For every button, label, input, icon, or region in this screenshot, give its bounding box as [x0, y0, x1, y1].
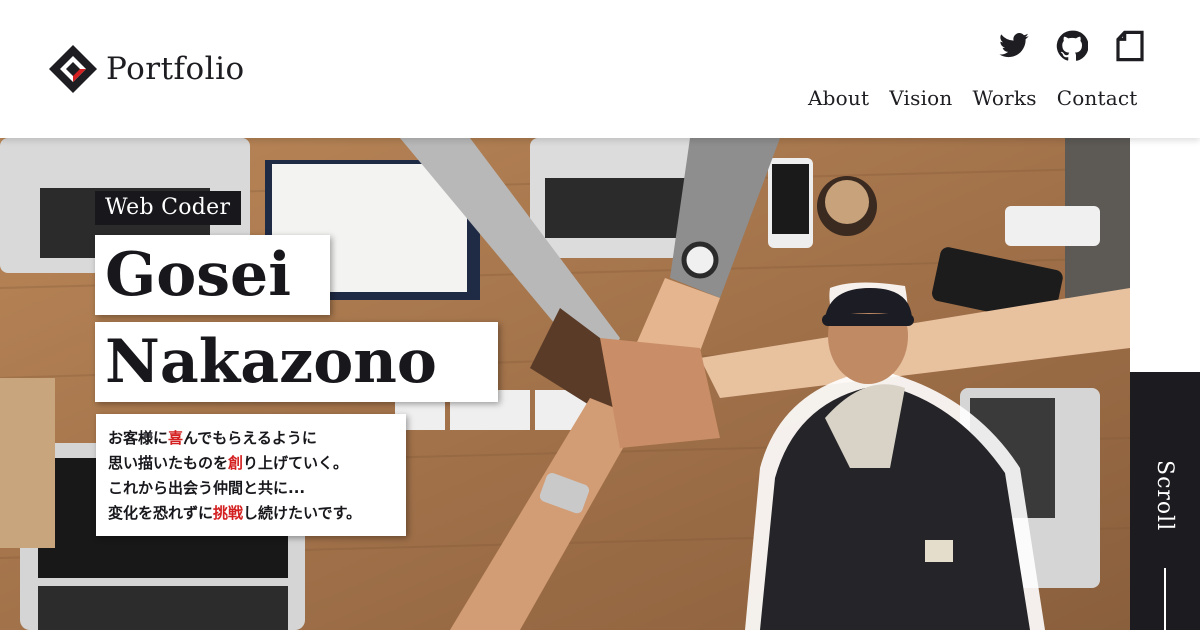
intro-highlight: 挑戦 [213, 504, 244, 522]
scroll-line-indicator [1164, 568, 1166, 630]
nav-works[interactable]: Works [973, 86, 1037, 110]
last-name-heading: Nakazono [95, 322, 498, 402]
intro-highlight: 創 [228, 454, 244, 472]
logo-text: Portfolio [106, 51, 245, 87]
first-name-heading: Gosei [95, 235, 330, 315]
intro-line-4: 変化を恐れずに挑戦し続けたいです。 [108, 501, 396, 526]
intro-line-1: お客様に喜んでもらえるように [108, 426, 396, 451]
intro-text: お客様に [108, 429, 169, 447]
role-tag: Web Coder [95, 191, 242, 225]
intro-text: し続けたいです。 [243, 504, 362, 522]
logo-link[interactable]: Portfolio [48, 44, 245, 94]
nav-about[interactable]: About [808, 86, 869, 110]
main-nav: About Vision Works Contact [808, 86, 1138, 110]
scroll-label: Scroll [1152, 460, 1177, 532]
intro-text: り上げていく。 [243, 454, 349, 472]
document-link[interactable] [1114, 30, 1146, 62]
intro-line-3: これから出会う仲間と共に... [108, 479, 306, 497]
github-icon [1056, 30, 1088, 61]
document-icon [1116, 30, 1144, 62]
github-link[interactable] [1056, 30, 1088, 62]
nav-contact[interactable]: Contact [1057, 86, 1138, 110]
intro-text: 変化を恐れずに [108, 504, 214, 522]
logo-diamond-icon [49, 45, 97, 93]
twitter-link[interactable] [998, 30, 1030, 62]
twitter-icon [999, 33, 1029, 58]
intro-line-2: 思い描いたものを創り上げていく。 [108, 451, 396, 476]
nav-vision[interactable]: Vision [889, 86, 952, 110]
intro-text-box: お客様に喜んでもらえるように 思い描いたものを創り上げていく。 これから出会う仲… [96, 414, 406, 536]
site-header: Portfolio About Vision Works Contact [0, 0, 1200, 138]
intro-text: 思い描いたものを [108, 454, 229, 472]
intro-highlight: 喜 [168, 429, 184, 447]
intro-text: んでもらえるように [183, 429, 317, 447]
social-links [998, 30, 1146, 62]
